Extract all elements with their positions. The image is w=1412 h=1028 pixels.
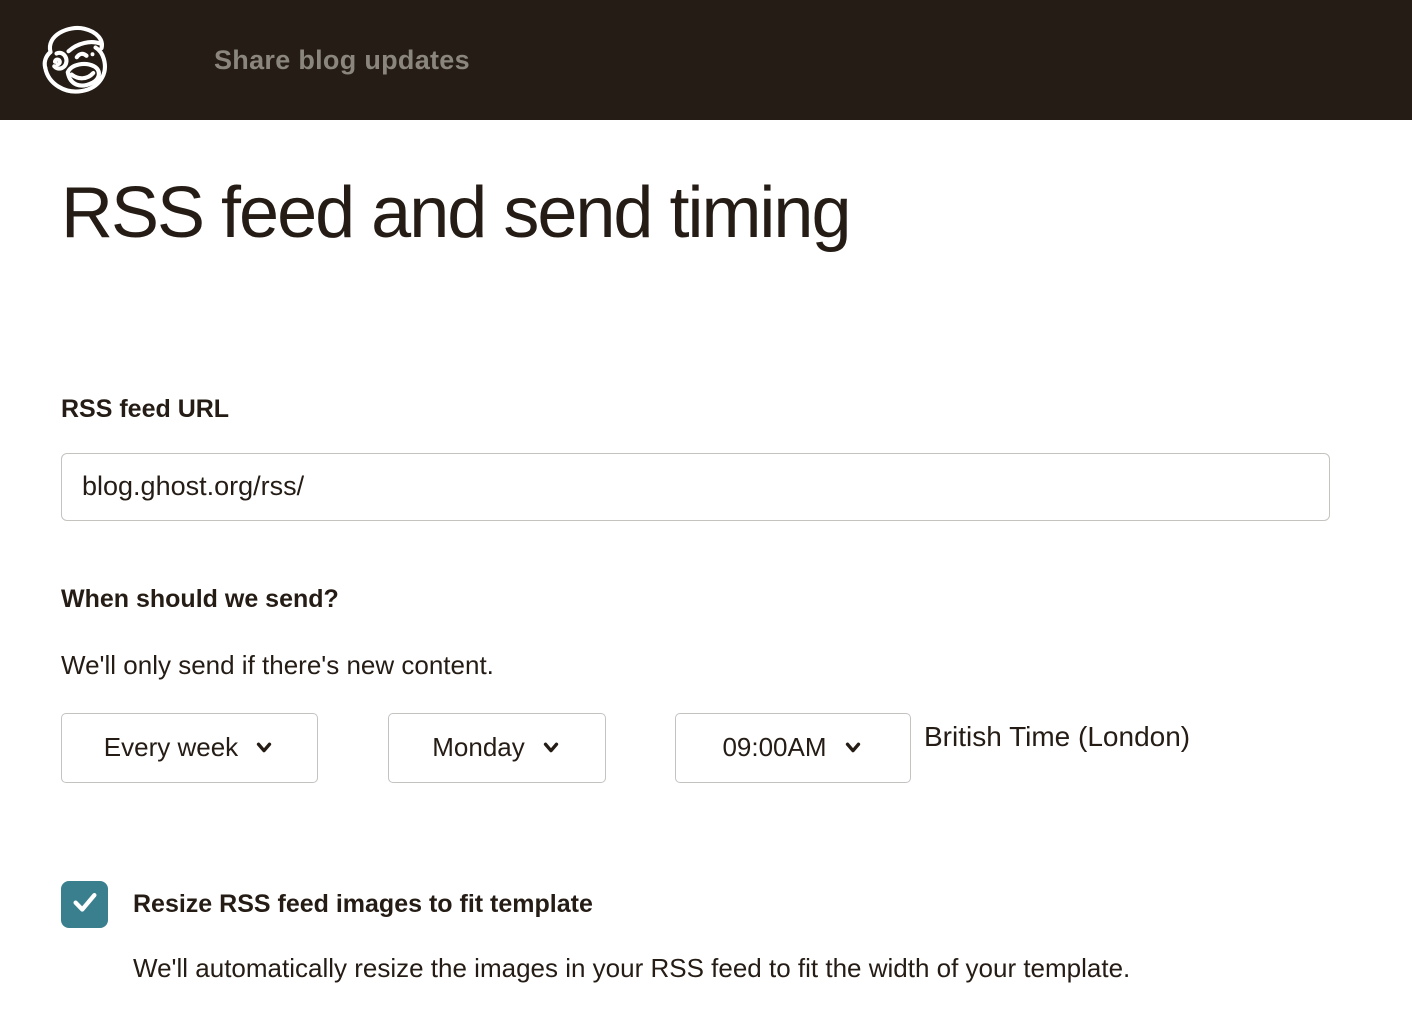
resize-images-checkbox[interactable] [61, 881, 108, 928]
day-select[interactable]: Monday [388, 713, 606, 783]
campaign-title: Share blog updates [214, 45, 470, 76]
frequency-select[interactable]: Every week [61, 713, 318, 783]
mailchimp-freddie-icon [34, 11, 112, 110]
frequency-value: Every week [104, 732, 238, 763]
send-timing-heading: When should we send? [61, 585, 1330, 614]
resize-images-description: We'll automatically resize the images in… [133, 953, 1330, 983]
rss-feed-section: RSS feed URL [61, 395, 1330, 521]
day-value: Monday [432, 732, 525, 763]
send-timing-note: We'll only send if there's new content. [61, 650, 1330, 680]
chevron-down-icon [842, 734, 864, 765]
resize-images-row: Resize RSS feed images to fit template [61, 881, 1330, 928]
send-timing-section: When should we send? We'll only send if … [61, 585, 1330, 783]
timezone-label: British Time (London) [924, 721, 1190, 753]
main-content: RSS feed and send timing RSS feed URL Wh… [0, 172, 1412, 983]
resize-images-label[interactable]: Resize RSS feed images to fit template [133, 890, 593, 919]
page-title: RSS feed and send timing [61, 172, 1330, 255]
checkmark-icon [70, 887, 100, 922]
app-header: Share blog updates [0, 0, 1412, 120]
time-value: 09:00AM [722, 732, 826, 763]
mailchimp-logo[interactable] [34, 13, 112, 107]
send-timing-controls: Every week Monday 09:00AM [61, 713, 1330, 783]
rss-feed-url-label: RSS feed URL [61, 395, 1330, 424]
resize-images-section: Resize RSS feed images to fit template W… [61, 881, 1330, 983]
chevron-down-icon [540, 734, 562, 765]
time-select[interactable]: 09:00AM [675, 713, 911, 783]
rss-feed-url-input[interactable] [61, 453, 1330, 521]
chevron-down-icon [253, 734, 275, 765]
